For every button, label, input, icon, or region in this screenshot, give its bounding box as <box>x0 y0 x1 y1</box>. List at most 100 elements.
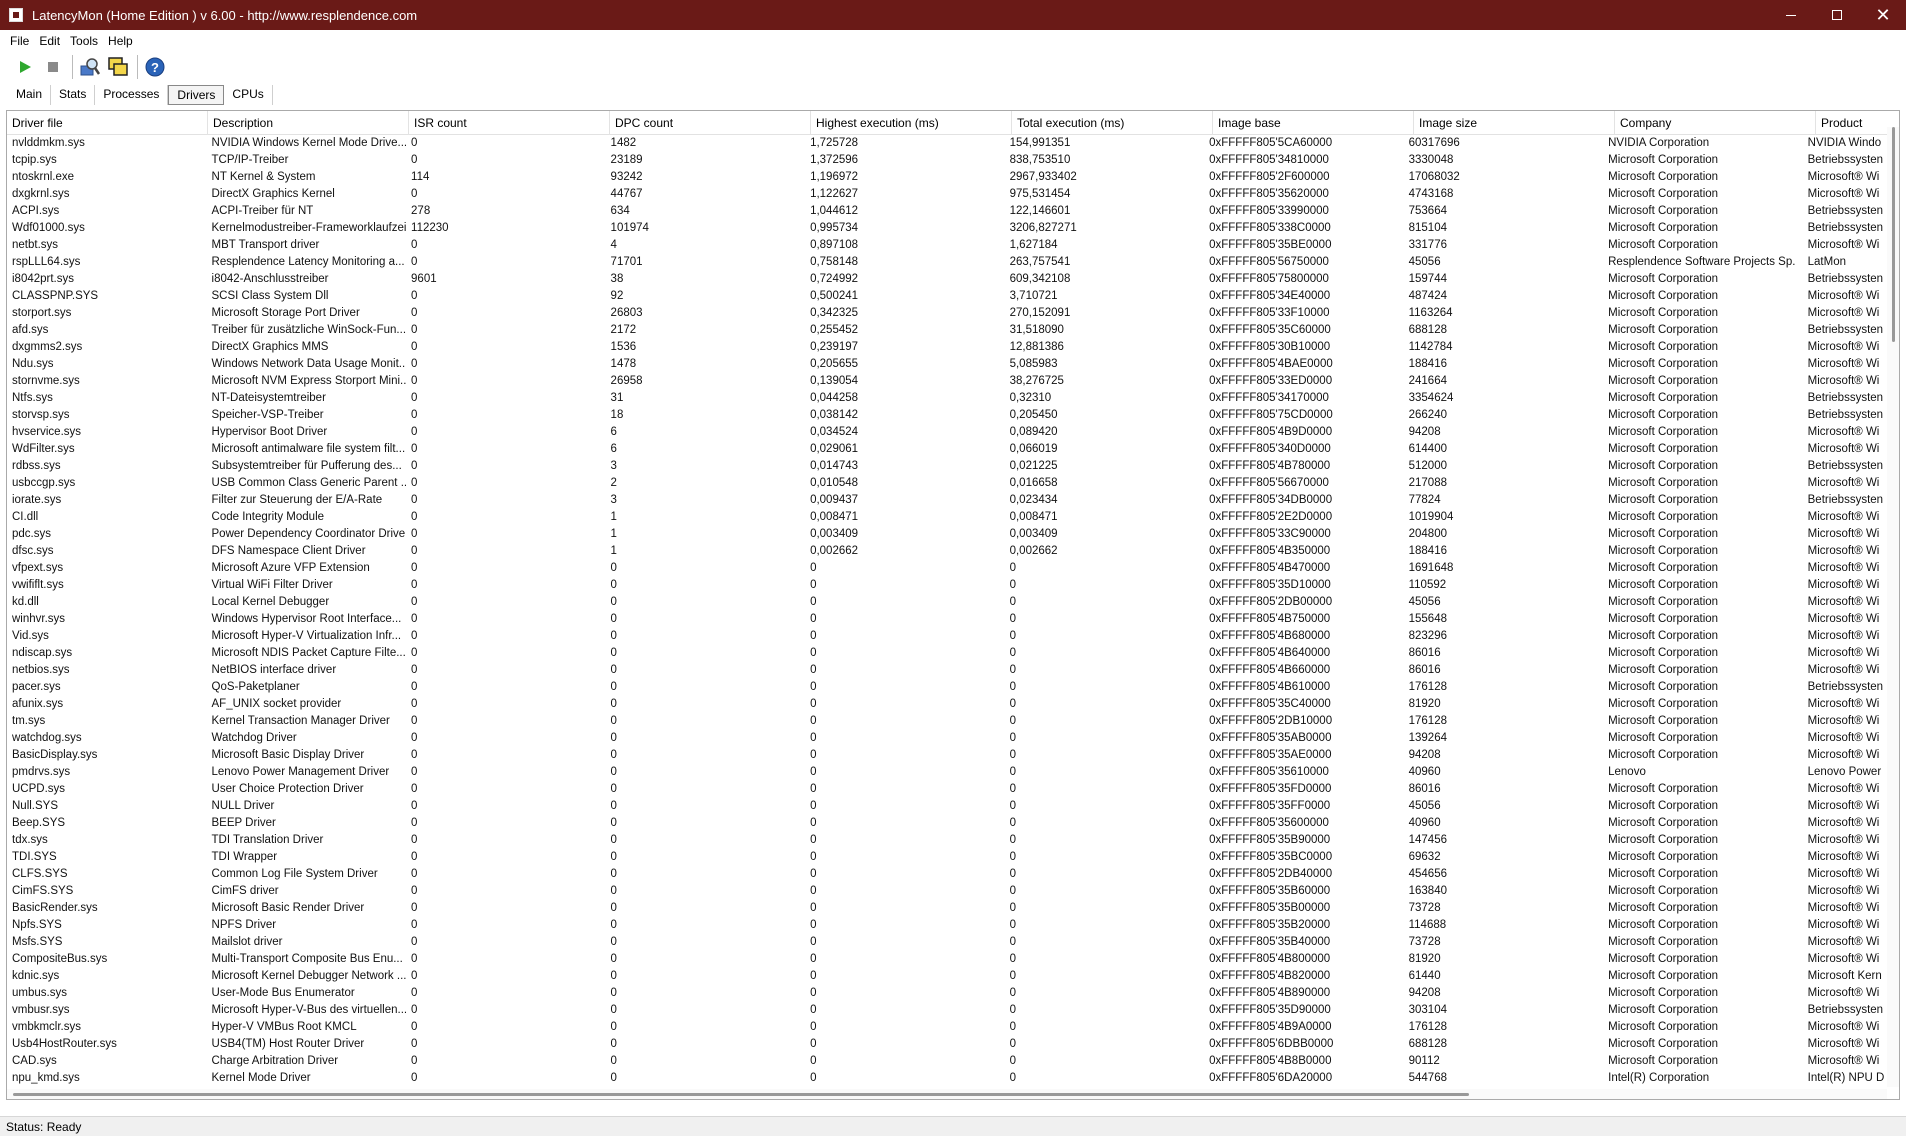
table-row[interactable]: ndiscap.sys Microsoft NDIS Packet Capture… <box>7 645 1887 662</box>
minimize-button[interactable] <box>1768 0 1814 30</box>
table-row[interactable]: nvlddmkm.sys NVIDIA Windows Kernel Mode D… <box>7 135 1887 152</box>
horizontal-scrollbar[interactable] <box>7 1089 1887 1099</box>
table-row[interactable]: pacer.sys QoS-Paketplaner 0 0 0 0 0xFFFFF805'4… <box>7 679 1887 696</box>
table-row[interactable]: CompositeBus.sys Multi-Transport Composit… <box>7 951 1887 968</box>
table-row[interactable]: umbus.sys User-Mode Bus Enumerator 0 0 0 0 0xF… <box>7 985 1887 1002</box>
menu-tools[interactable]: Tools <box>70 34 98 48</box>
horizontal-scroll-thumb[interactable] <box>13 1093 1469 1096</box>
table-row[interactable]: CimFS.SYS CimFS driver 0 0 0 0 0xFFFFF805'35B6… <box>7 883 1887 900</box>
table-row[interactable]: tm.sys Kernel Transaction Manager Driver 0… <box>7 713 1887 730</box>
table-row[interactable]: CLASSPNP.SYS SCSI Class System Dll 0 92 0,50… <box>7 288 1887 305</box>
table-row[interactable]: rdbss.sys Subsystemtreiber für Pufferung … <box>7 458 1887 475</box>
tab-drivers[interactable]: Drivers <box>168 85 225 105</box>
table-row[interactable]: UCPD.sys User Choice Protection Driver 0 0 0… <box>7 781 1887 798</box>
table-row[interactable]: vwififlt.sys Virtual WiFi Filter Driver 0 0… <box>7 577 1887 594</box>
table-row[interactable]: WdFilter.sys Microsoft antimalware file s… <box>7 441 1887 458</box>
table-row[interactable]: vfpext.sys Microsoft Azure VFP Extension 0… <box>7 560 1887 577</box>
help-button[interactable]: ? <box>142 54 168 80</box>
table-row[interactable]: winhvr.sys Windows Hypervisor Root Interf… <box>7 611 1887 628</box>
cell-description: ACPI-Treiber für NT <box>211 205 314 217</box>
table-row[interactable]: dxgkrnl.sys DirectX Graphics Kernel 0 44767… <box>7 186 1887 203</box>
column-header-description[interactable]: Description <box>208 111 409 135</box>
table-row[interactable]: storvsp.sys Speicher-VSP-Treiber 0 18 0,0381… <box>7 407 1887 424</box>
table-row[interactable]: CI.dll Code Integrity Module 0 1 0,008471 0,0… <box>7 509 1887 526</box>
table-row[interactable]: Null.SYS NULL Driver 0 0 0 0 0xFFFFF805'35FF00… <box>7 798 1887 815</box>
table-row[interactable]: Msfs.SYS Mailslot driver 0 0 0 0 0xFFFFF805'35… <box>7 934 1887 951</box>
column-header-image-base[interactable]: Image base <box>1213 111 1414 135</box>
table-row[interactable]: usbccgp.sys USB Common Class Generic Pare… <box>7 475 1887 492</box>
table-row[interactable]: stornvme.sys Microsoft NVM Express Storpo… <box>7 373 1887 390</box>
table-row[interactable]: dfsc.sys DFS Namespace Client Driver 0 1 0,0… <box>7 543 1887 560</box>
table-row[interactable]: i8042prt.sys i8042-Anschlusstreiber 9601 38… <box>7 271 1887 288</box>
table-row[interactable]: Ntfs.sys NT-Dateisystemtreiber 0 31 0,044258… <box>7 390 1887 407</box>
tab-main[interactable]: Main <box>8 85 52 105</box>
table-row[interactable]: afd.sys Treiber für zusätzliche WinSock-F… <box>7 322 1887 339</box>
vertical-scrollbar[interactable] <box>1887 127 1899 1087</box>
title-bar[interactable]: LatencyMon (Home Edition ) v 6.00 - http… <box>0 0 1906 30</box>
column-header-isr-count[interactable]: ISR count <box>409 111 610 135</box>
close-button[interactable]: ✕ <box>1860 0 1906 30</box>
table-row[interactable]: Vid.sys Microsoft Hyper-V Virtualization … <box>7 628 1887 645</box>
cell-driver-file: Null.SYS <box>12 800 59 812</box>
table-row[interactable]: ntoskrnl.exe NT Kernel & System 114 93242 1,… <box>7 169 1887 186</box>
cell-description: Charge Arbitration Driver <box>211 1055 339 1067</box>
column-header-driver-file[interactable]: Driver file <box>7 111 208 135</box>
windows-button[interactable] <box>105 54 131 80</box>
tab-stats[interactable]: Stats <box>51 85 96 105</box>
table-row[interactable]: BasicDisplay.sys Microsoft Basic Display … <box>7 747 1887 764</box>
table-row[interactable]: CAD.sys Charge Arbitration Driver 0 0 0 0 0xFF… <box>7 1053 1887 1070</box>
cell-product: Microsoft® Wi <box>1807 528 1880 540</box>
column-header-highest-execution[interactable]: Highest execution (ms) <box>811 111 1012 135</box>
table-row[interactable]: dxgmms2.sys DirectX Graphics MMS 0 1536 0,23… <box>7 339 1887 356</box>
table-row[interactable]: npu_kmd.sys Kernel Mode Driver 0 0 0 0 0xFFFFF… <box>7 1070 1887 1087</box>
table-row[interactable]: ACPI.sys ACPI-Treiber für NT 278 634 1,04461… <box>7 203 1887 220</box>
stop-button[interactable] <box>40 54 66 80</box>
menu-edit[interactable]: Edit <box>39 34 60 48</box>
table-row[interactable]: watchdog.sys Watchdog Driver 0 0 0 0 0xFFFFF80… <box>7 730 1887 747</box>
table-row[interactable]: iorate.sys Filter zur Steuerung der E/A-R… <box>7 492 1887 509</box>
table-row[interactable]: netbios.sys NetBIOS interface driver 0 0 0 0 0… <box>7 662 1887 679</box>
table-row[interactable]: pmdrvs.sys Lenovo Power Management Driver… <box>7 764 1887 781</box>
table-row[interactable]: rspLLL64.sys Resplendence Latency Monitor… <box>7 254 1887 271</box>
tab-cpus[interactable]: CPUs <box>224 85 273 105</box>
table-row[interactable]: BasicRender.sys Microsoft Basic Render Dr… <box>7 900 1887 917</box>
maximize-button[interactable] <box>1814 0 1860 30</box>
vertical-scroll-thumb[interactable] <box>1892 127 1895 342</box>
column-header-image-size[interactable]: Image size <box>1414 111 1615 135</box>
cell-isr-count: 0 <box>411 426 418 438</box>
table-row[interactable]: kdnic.sys Microsoft Kernel Debugger Netwo… <box>7 968 1887 985</box>
table-row[interactable]: tdx.sys TDI Translation Driver 0 0 0 0 0xFFFFF… <box>7 832 1887 849</box>
windows-icon <box>108 57 128 76</box>
table-row[interactable]: hvservice.sys Hypervisor Boot Driver 0 6 0,0… <box>7 424 1887 441</box>
table-row[interactable]: Npfs.SYS NPFS Driver 0 0 0 0 0xFFFFF805'35B200… <box>7 917 1887 934</box>
column-header-dpc-count[interactable]: DPC count <box>610 111 811 135</box>
table-row[interactable]: Wdf01000.sys Kernelmodustreiber-Framework… <box>7 220 1887 237</box>
table-row[interactable]: kd.dll Local Kernel Debugger 0 0 0 0 0xFFFFF80… <box>7 594 1887 611</box>
table-row[interactable]: Usb4HostRouter.sys USB4(TM) Host Router D… <box>7 1036 1887 1053</box>
cell-product: Betriebssysten <box>1807 1004 1884 1016</box>
cell-total-execution: 0 <box>1009 596 1016 608</box>
cell-highest-execution: 0 <box>810 562 817 574</box>
table-row[interactable]: Beep.SYS BEEP Driver 0 0 0 0 0xFFFFF805'356000… <box>7 815 1887 832</box>
cell-image-base: 0xFFFFF805'4B610000 <box>1209 681 1331 693</box>
start-button[interactable] <box>12 54 38 80</box>
menu-file[interactable]: File <box>10 34 29 48</box>
table-row[interactable]: pdc.sys Power Dependency Coordinator Driv… <box>7 526 1887 543</box>
table-row[interactable]: tcpip.sys TCP/IP-Treiber 0 23189 1,372596 838… <box>7 152 1887 169</box>
table-row[interactable]: netbt.sys MBT Transport driver 0 4 0,897108 1… <box>7 237 1887 254</box>
tab-processes[interactable]: Processes <box>95 85 169 105</box>
cell-image-size: 688128 <box>1408 1038 1447 1050</box>
column-header-company[interactable]: Company <box>1615 111 1816 135</box>
table-row[interactable]: afunix.sys AF_UNIX socket provider 0 0 0 0 0xF… <box>7 696 1887 713</box>
cell-total-execution: 838,753510 <box>1009 154 1071 166</box>
menu-help[interactable]: Help <box>108 34 133 48</box>
column-header-total-execution[interactable]: Total execution (ms) <box>1012 111 1213 135</box>
table-row[interactable]: vmbusr.sys Microsoft Hyper-V-Bus des virt… <box>7 1002 1887 1019</box>
table-row[interactable]: vmbkmclr.sys Hyper-V VMBus Root KMCL 0 0 0 0 0… <box>7 1019 1887 1036</box>
table-row[interactable]: CLFS.SYS Common Log File System Driver 0 0 0… <box>7 866 1887 883</box>
find-driver-button[interactable] <box>77 54 103 80</box>
drivers-list[interactable]: Driver file Description ISR count DPC co… <box>6 110 1900 1100</box>
table-row[interactable]: Ndu.sys Windows Network Data Usage Monit.… <box>7 356 1887 373</box>
table-row[interactable]: storport.sys Microsoft Storage Port Drive… <box>7 305 1887 322</box>
table-row[interactable]: TDI.SYS TDI Wrapper 0 0 0 0 0xFFFFF805'35BC000… <box>7 849 1887 866</box>
